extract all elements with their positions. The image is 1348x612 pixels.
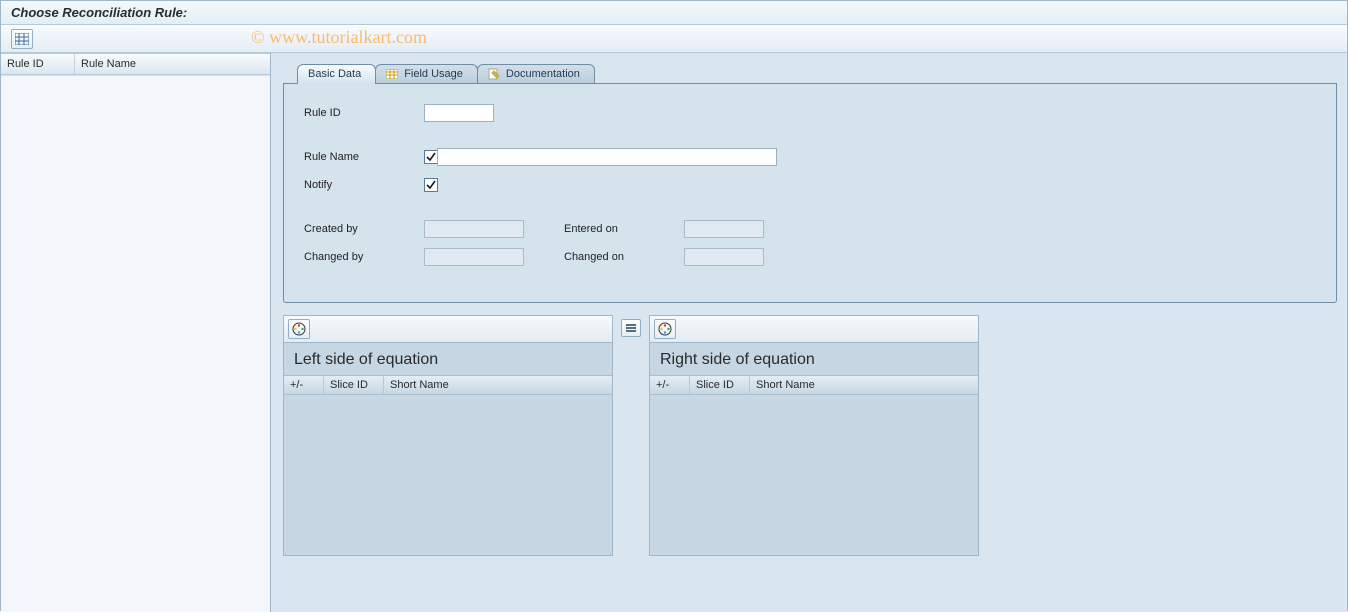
right-equation-header: +/- Slice ID Short Name <box>650 375 978 395</box>
hamburger-icon <box>626 324 636 332</box>
right-eq-palette-button[interactable] <box>654 319 676 339</box>
equation-move-controls <box>621 315 641 337</box>
left-equation-body[interactable] <box>284 395 612 555</box>
app-toolbar: © www.tutorialkart.com <box>1 25 1347 53</box>
table-grid-icon <box>15 33 29 45</box>
label-created-by: Created by <box>304 223 414 235</box>
label-changed-on: Changed on <box>564 251 674 263</box>
changed-on-field <box>684 248 764 266</box>
sidebar-body[interactable] <box>1 75 270 612</box>
right-equation-panel: Right side of equation +/- Slice ID Shor… <box>649 315 979 556</box>
right-equation-title: Right side of equation <box>650 343 978 375</box>
tab-documentation[interactable]: Documentation <box>477 64 595 84</box>
edit-doc-icon <box>488 68 500 80</box>
left-equation-panel: Left side of equation +/- Slice ID Short… <box>283 315 613 556</box>
tab-basic-data[interactable]: Basic Data <box>297 64 376 84</box>
label-notify: Notify <box>304 179 424 191</box>
move-right-button[interactable] <box>621 319 641 337</box>
tab-field-usage[interactable]: Field Usage <box>375 64 478 84</box>
checkmark-icon <box>426 152 436 162</box>
tab-label: Documentation <box>506 68 580 80</box>
label-changed-by: Changed by <box>304 251 414 263</box>
right-col-slice-id[interactable]: Slice ID <box>690 376 750 394</box>
left-col-slice-id[interactable]: Slice ID <box>324 376 384 394</box>
checkmark-icon <box>426 180 436 190</box>
tab-label: Field Usage <box>404 68 463 80</box>
left-equation-header: +/- Slice ID Short Name <box>284 375 612 395</box>
right-col-sign[interactable]: +/- <box>650 376 690 394</box>
label-rule-id: Rule ID <box>304 107 424 119</box>
right-col-short-name[interactable]: Short Name <box>750 376 978 394</box>
right-equation-body[interactable] <box>650 395 978 555</box>
grid-icon <box>386 69 398 79</box>
main-content: Basic Data Field Usage Documentation <box>271 53 1347 612</box>
rule-name-checkbox[interactable] <box>424 150 438 164</box>
left-eq-palette-button[interactable] <box>288 319 310 339</box>
changed-by-field <box>424 248 524 266</box>
left-col-short-name[interactable]: Short Name <box>384 376 612 394</box>
sidebar-col-rule-name[interactable]: Rule Name <box>75 54 270 74</box>
tabstrip: Basic Data Field Usage Documentation <box>297 63 1337 83</box>
label-rule-name: Rule Name <box>304 151 424 163</box>
watermark-text: © www.tutorialkart.com <box>251 27 427 48</box>
page-title: Choose Reconciliation Rule: <box>1 1 1347 25</box>
palette-icon <box>658 322 672 336</box>
sidebar-col-rule-id[interactable]: Rule ID <box>1 54 75 74</box>
rule-list-sidebar: Rule ID Rule Name <box>1 53 271 612</box>
created-by-field <box>424 220 524 238</box>
tab-label: Basic Data <box>308 68 361 80</box>
rule-name-field[interactable] <box>437 148 777 166</box>
rule-id-field[interactable] <box>424 104 494 122</box>
left-col-sign[interactable]: +/- <box>284 376 324 394</box>
sidebar-columns: Rule ID Rule Name <box>1 53 270 75</box>
label-entered-on: Entered on <box>564 223 674 235</box>
tabpanel-basic-data: Rule ID Rule Name Notify <box>283 83 1337 303</box>
palette-icon <box>292 322 306 336</box>
layout-grid-button[interactable] <box>11 29 33 49</box>
notify-checkbox[interactable] <box>424 178 438 192</box>
left-equation-title: Left side of equation <box>284 343 612 375</box>
entered-on-field <box>684 220 764 238</box>
